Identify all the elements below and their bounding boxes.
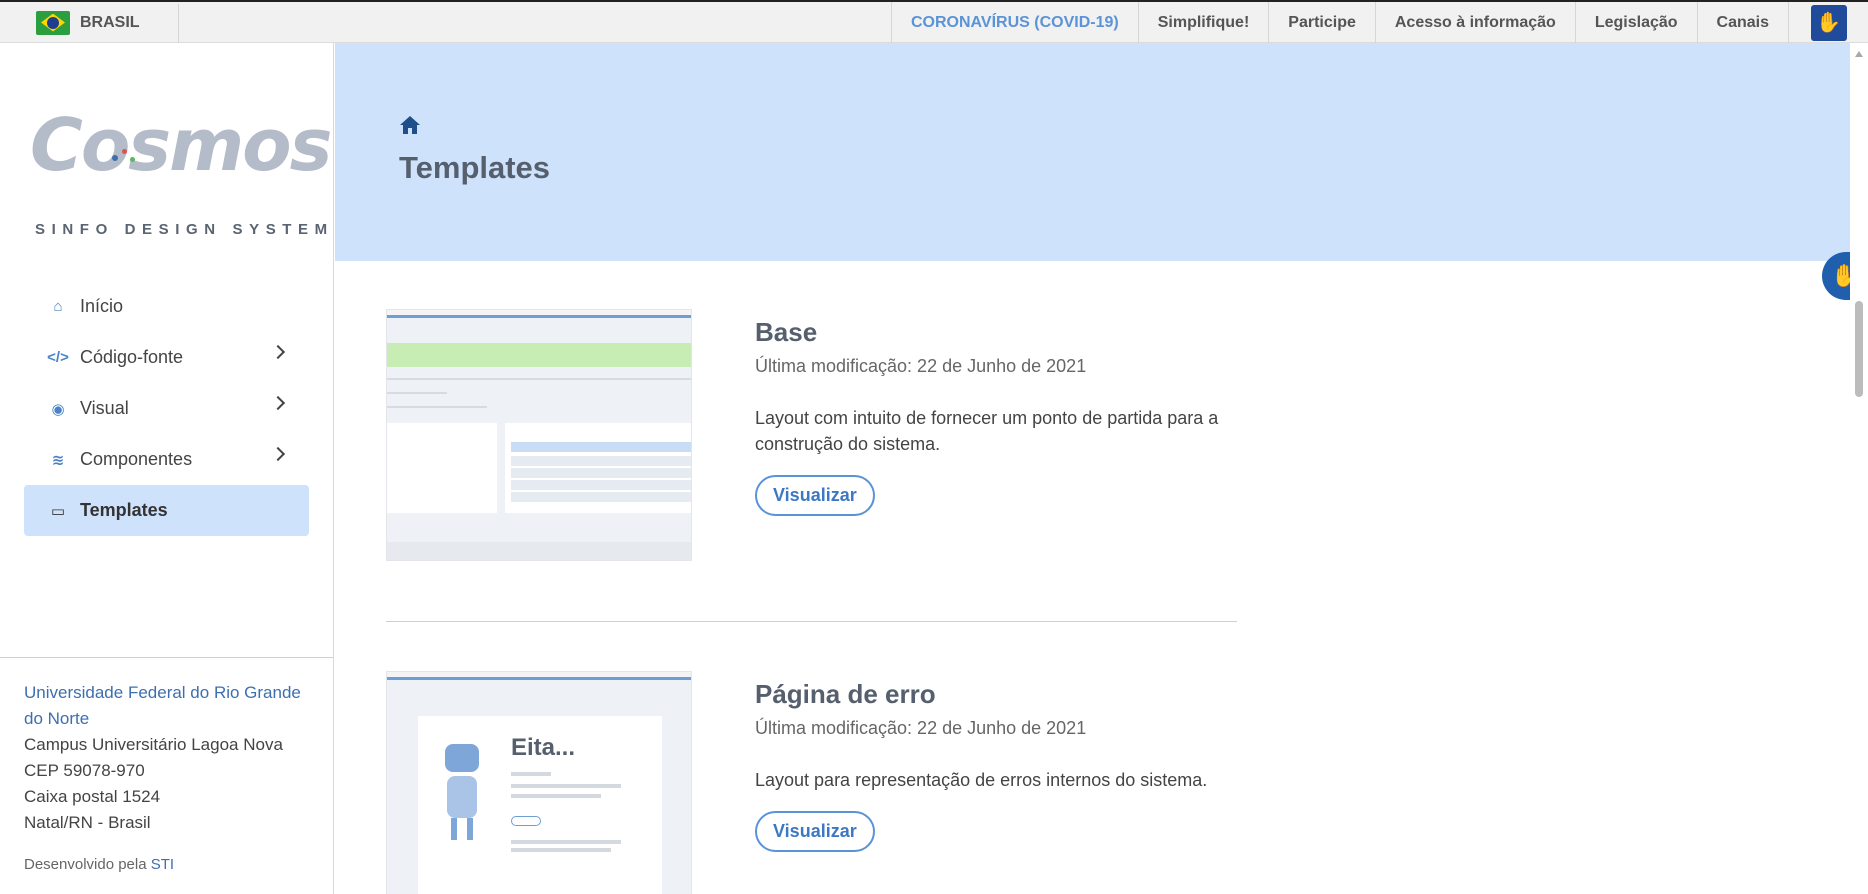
sidebar-item-visual[interactable]: ◉ Visual <box>24 383 309 434</box>
scrollbar-thumb[interactable] <box>1855 301 1863 397</box>
templates-list: Base Última modificação: 22 de Junho de … <box>335 261 1850 894</box>
divider <box>178 4 179 42</box>
nav-acesso-informacao-link[interactable]: Acesso à informação <box>1374 2 1575 43</box>
chevron-right-icon <box>270 446 286 462</box>
home-icon: ⌂ <box>53 298 63 315</box>
code-icon: </> <box>47 349 69 366</box>
page-header: Templates <box>335 43 1850 261</box>
page-scrollbar[interactable] <box>1850 43 1868 894</box>
sidebar-item-label: Visual <box>80 398 129 418</box>
sidebar-item-label: Templates <box>80 500 168 520</box>
sidebar-item-label: Componentes <box>80 449 193 469</box>
cosmos-logo[interactable]: Cosmos SINFO DESIGN SYSTEM <box>30 103 333 243</box>
page-title: Templates <box>399 150 551 185</box>
template-description: Layout para representação de erros inter… <box>755 770 1208 790</box>
city-text: Natal/RN - Brasil <box>24 813 151 832</box>
template-info: Página de erro Última modificação: 22 de… <box>755 671 1245 852</box>
brasil-link[interactable]: BRASIL <box>36 2 140 43</box>
divider <box>386 621 1237 622</box>
layers-icon: ≋ <box>51 451 65 469</box>
logo-orbit-icon <box>102 149 142 179</box>
scroll-up-arrow-icon[interactable] <box>1855 51 1863 57</box>
sidebar-item-label: Início <box>80 296 124 316</box>
sidebar-item-componentes[interactable]: ≋ Componentes <box>24 434 309 485</box>
template-title[interactable]: Página de erro <box>755 679 1245 710</box>
developed-by: Desenvolvido pela STI <box>24 856 175 873</box>
nav-simplifique-link[interactable]: Simplifique! <box>1137 2 1269 43</box>
template-thumbnail[interactable]: Eita... <box>386 671 692 894</box>
nav-legislacao-link[interactable]: Legislação <box>1574 2 1697 43</box>
template-title[interactable]: Base <box>755 317 1245 348</box>
visualize-button[interactable]: Visualizar <box>755 811 875 852</box>
template-modified-date: Última modificação: 22 de Junho de 2021 <box>755 356 1087 376</box>
campus-text: Campus Universitário Lagoa Nova <box>24 735 283 754</box>
sign-language-icon: ✋ <box>1810 4 1847 41</box>
university-link[interactable]: Universidade Federal do Rio Grande do No… <box>24 680 309 732</box>
postal-box-text: Caixa postal 1524 <box>24 787 161 806</box>
template-info: Base Última modificação: 22 de Junho de … <box>755 309 1245 516</box>
country-label: BRASIL <box>80 13 140 31</box>
palette-icon: ◉ <box>51 400 65 418</box>
nav-canais-link[interactable]: Canais <box>1696 2 1788 43</box>
sidebar-item-codigo-fonte[interactable]: </> Código-fonte <box>24 332 309 383</box>
sidebar-item-inicio[interactable]: ⌂ Início <box>24 281 309 332</box>
sidebar-item-label: Código-fonte <box>80 347 184 367</box>
sidebar-menu: ⌂ Início </> Código-fonte ◉ Visual ≋ Com… <box>24 281 309 536</box>
nav-participe-link[interactable]: Participe <box>1268 2 1375 43</box>
sidebar: Cosmos SINFO DESIGN SYSTEM ⌂ Início </> … <box>0 43 334 894</box>
gov-top-bar: BRASIL CORONAVÍRUS (COVID-19) Simplifiqu… <box>0 0 1868 43</box>
template-description: Layout com intuito de fornecer um ponto … <box>755 408 1219 454</box>
vlibras-button[interactable]: ✋ <box>1788 2 1868 43</box>
brazil-flag-icon <box>36 10 70 35</box>
sidebar-footer: Universidade Federal do Rio Grande do No… <box>0 657 333 878</box>
home-icon[interactable] <box>399 115 421 135</box>
sti-link[interactable]: STI <box>151 856 174 873</box>
preview-heading: Eita... <box>511 734 576 761</box>
logo-wordmark: Cosmos <box>30 103 333 187</box>
sidebar-item-templates[interactable]: ▭ Templates <box>24 485 309 536</box>
cep-text: CEP 59078-970 <box>24 761 145 780</box>
visualize-button[interactable]: Visualizar <box>755 475 875 516</box>
template-thumbnail[interactable] <box>386 309 692 561</box>
template-modified-date: Última modificação: 22 de Junho de 2021 <box>755 718 1087 738</box>
chevron-right-icon <box>270 344 286 360</box>
logo-subtitle: SINFO DESIGN SYSTEM <box>35 221 334 238</box>
gov-nav: CORONAVÍRUS (COVID-19) Simplifique! Part… <box>891 2 1868 43</box>
nav-covid-link[interactable]: CORONAVÍRUS (COVID-19) <box>891 2 1138 43</box>
chevron-right-icon <box>270 395 286 411</box>
template-icon: ▭ <box>50 502 66 520</box>
